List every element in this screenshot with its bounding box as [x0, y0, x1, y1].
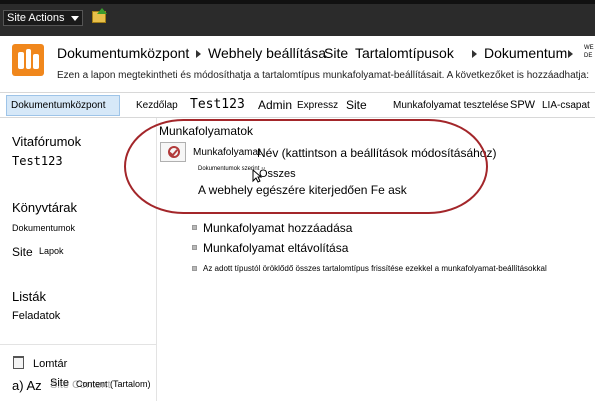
- site-actions-label: Site Actions: [7, 12, 65, 24]
- breadcrumb-overflow: WE DE: [584, 45, 594, 59]
- breadcrumb-item[interactable]: Webhely beállítása: [208, 45, 326, 61]
- bullet-icon: [192, 225, 197, 230]
- navigate-up-icon[interactable]: [92, 8, 107, 23]
- breadcrumb-separator-icon: [196, 50, 201, 58]
- breadcrumb-item[interactable]: Site: [324, 45, 348, 61]
- leftnav-item[interactable]: Lapok: [39, 246, 64, 256]
- leftnav-heading-discussions[interactable]: Vitafórumok: [12, 134, 81, 149]
- topnav-item[interactable]: Expressz: [297, 100, 338, 111]
- remove-workflow-link[interactable]: Munkafolyamat eltávolítása: [203, 241, 348, 255]
- update-content-types-link[interactable]: Az adott típustól öröklődő összes tartal…: [203, 264, 547, 273]
- topnav-item[interactable]: Kezdőlap: [136, 100, 178, 111]
- topnav-item[interactable]: LIA-csapat: [542, 100, 590, 111]
- recycle-bin-icon: [13, 356, 24, 369]
- recycle-bin-link[interactable]: Lomtár: [33, 358, 67, 370]
- topnav-item[interactable]: Munkafolyamat tesztelése: [393, 100, 509, 111]
- top-strip: [0, 0, 595, 4]
- site-content-site[interactable]: Site: [50, 377, 69, 389]
- breadcrumb-item: Dokumentum: [484, 45, 568, 61]
- leftnav-item[interactable]: Site: [12, 245, 33, 259]
- site-content-link[interactable]: Content (Tartalom): [76, 379, 151, 389]
- leftnav-heading-libraries[interactable]: Könyvtárak: [12, 200, 77, 215]
- site-actions-menu[interactable]: Site Actions: [3, 10, 83, 26]
- leftnav-divider: [0, 344, 157, 345]
- topnav-item[interactable]: Admin: [258, 98, 292, 112]
- page-description: Ezen a lapon megtekintheti és módosíthat…: [57, 70, 589, 81]
- highlight-oval: [124, 119, 488, 214]
- bullet-icon: [192, 266, 197, 271]
- topnav-item[interactable]: SPW: [510, 99, 535, 111]
- add-workflow-link[interactable]: Munkafolyamat hozzáadása: [203, 221, 352, 235]
- leftnav-item[interactable]: Test123: [12, 154, 63, 168]
- site-content-prefix: a) Az: [12, 378, 42, 393]
- topnav-item[interactable]: Test123: [190, 97, 245, 112]
- breadcrumb-item[interactable]: Tartalomtípusok: [355, 45, 454, 61]
- breadcrumb-item[interactable]: Dokumentumközpont: [57, 45, 189, 61]
- site-logo-icon[interactable]: [12, 44, 44, 76]
- topnav-item[interactable]: Site: [346, 98, 367, 112]
- leftnav-item[interactable]: Dokumentumok: [12, 223, 75, 233]
- leftnav-item[interactable]: Feladatok: [12, 310, 60, 322]
- top-ribbon-bar: Site Actions: [0, 0, 595, 36]
- site-actions-caret-icon: [71, 16, 79, 21]
- breadcrumb-separator-icon: [472, 50, 477, 58]
- breadcrumb-separator-icon: [568, 50, 573, 58]
- bullet-icon: [192, 245, 197, 250]
- topnav-item-active[interactable]: Dokumentumközpont: [6, 95, 120, 116]
- leftnav-heading-lists[interactable]: Listák: [12, 289, 46, 304]
